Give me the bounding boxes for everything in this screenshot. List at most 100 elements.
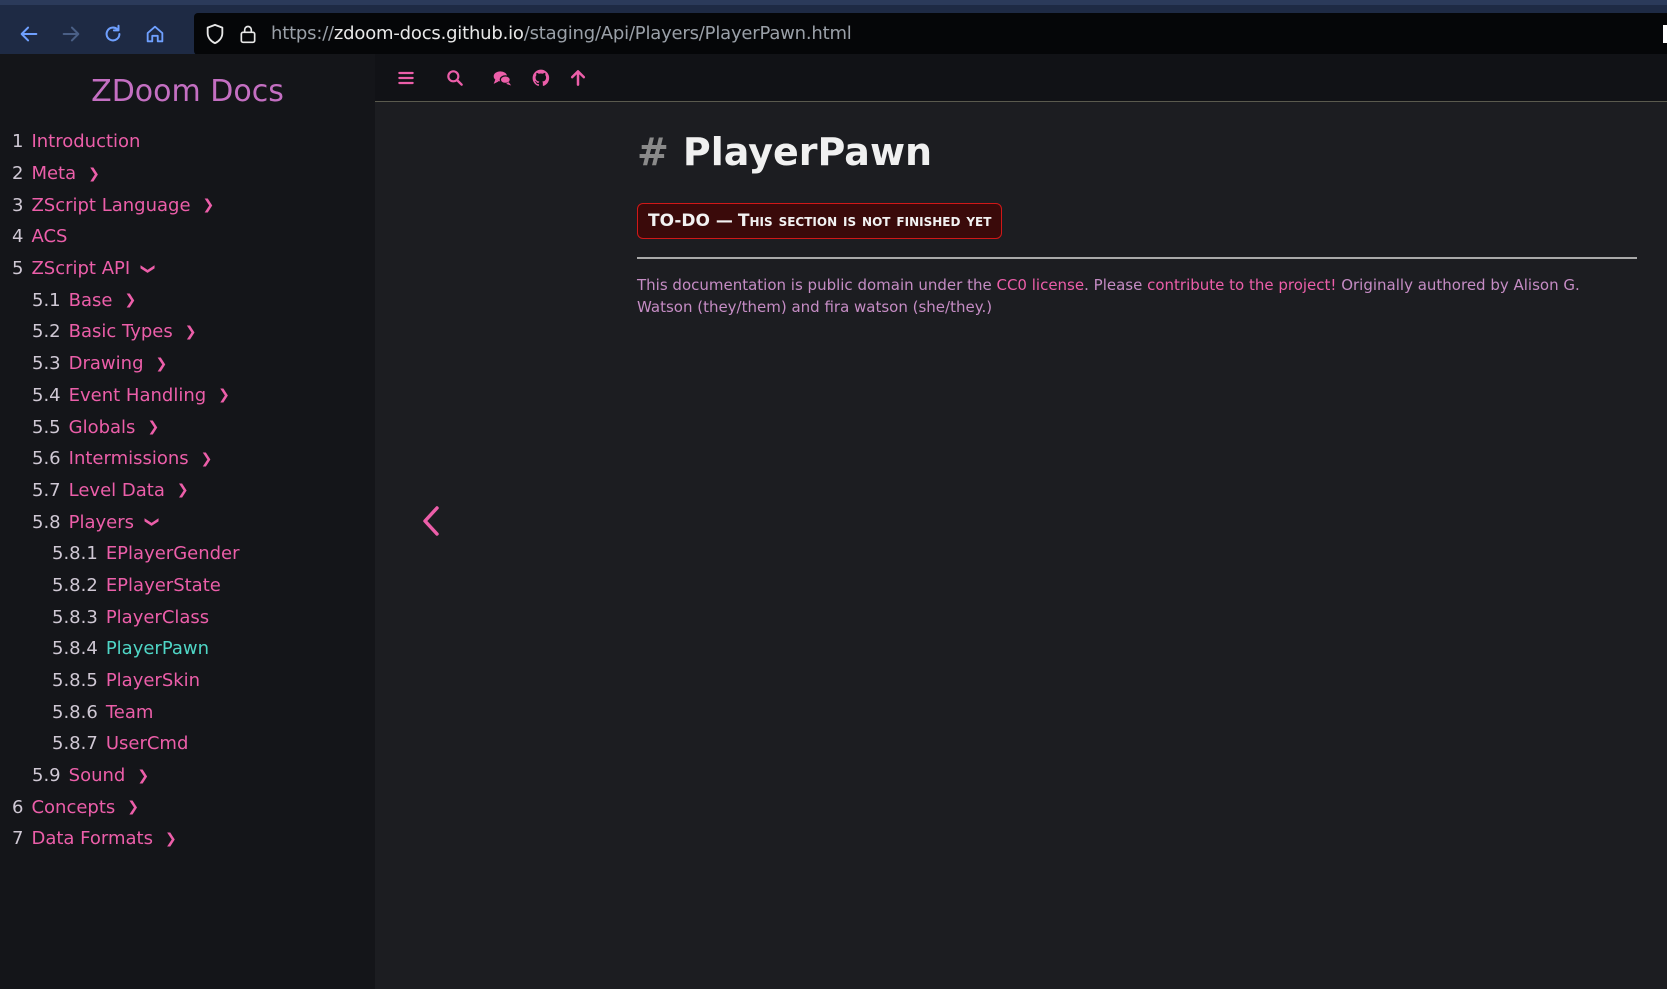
sidebar-item-label: Base: [68, 289, 113, 311]
sidebar-item-number: 5.8.6: [52, 701, 98, 723]
sidebar-item-number: 5.5: [32, 416, 61, 438]
sidebar-item-label: Intermissions: [68, 448, 189, 470]
chevron-right-icon[interactable]: ❯: [137, 768, 149, 784]
sidebar-item-playerpawn[interactable]: 5.8.4 PlayerPawn: [0, 633, 375, 665]
sidebar-item-data-formats[interactable]: 7 Data Formats ❯: [0, 823, 375, 855]
url-text[interactable]: https://zdoom-docs.github.io/staging/Api…: [271, 23, 852, 44]
chevron-right-icon[interactable]: ❯: [165, 831, 177, 847]
sidebar-item-label: ACS: [31, 226, 68, 248]
contribute-link[interactable]: contribute to the project!: [1147, 276, 1336, 294]
sidebar-item-label: PlayerSkin: [105, 670, 201, 692]
sidebar-item-label: ZScript Language: [31, 194, 191, 216]
sidebar-item-label: Meta: [31, 163, 77, 185]
sidebar-item-base[interactable]: 5.1 Base ❯: [0, 284, 375, 316]
chevron-right-icon[interactable]: ❯: [177, 482, 189, 498]
sidebar-item-number: 4: [12, 226, 24, 248]
chevron-right-icon[interactable]: ❯: [156, 356, 168, 372]
sidebar-item-label: Globals: [68, 416, 136, 438]
sidebar-item-playerskin[interactable]: 5.8.5 PlayerSkin: [0, 665, 375, 697]
sidebar-item-eplayergender[interactable]: 5.8.1 EPlayerGender: [0, 538, 375, 570]
todo-lead: TO-DO —: [648, 211, 733, 231]
chevron-right-icon[interactable]: ❯: [201, 451, 213, 467]
previous-page-chevron-icon[interactable]: [419, 504, 443, 538]
sidebar-item-number: 5.2: [32, 321, 61, 343]
sidebar-item-sound[interactable]: 5.9 Sound ❯: [0, 760, 375, 792]
todo-badge: TO-DO — This section is not finished yet: [637, 203, 1003, 239]
chevron-right-icon[interactable]: ❯: [124, 292, 136, 308]
chevron-down-icon[interactable]: ❯: [140, 263, 156, 275]
sidebar-item-number: 5.7: [32, 479, 61, 501]
sidebar-item-number: 7: [12, 828, 24, 850]
sidebar-item-number: 5.4: [32, 384, 61, 406]
sidebar-item-label: PlayerClass: [105, 606, 210, 628]
todo-message: This section is not finished yet: [737, 211, 992, 231]
back-arrow-icon[interactable]: [12, 17, 46, 51]
sidebar-item-label: ZScript API: [31, 258, 131, 280]
chevron-right-icon[interactable]: ❯: [218, 387, 230, 403]
sidebar-item-level-data[interactable]: 5.7 Level Data ❯: [0, 475, 375, 507]
search-icon[interactable]: [443, 66, 467, 90]
chevron-right-icon[interactable]: ❯: [185, 324, 197, 340]
sidebar-item-globals[interactable]: 5.5 Globals ❯: [0, 411, 375, 443]
sidebar-item-number: 5.8.2: [52, 574, 98, 596]
sidebar-item-number: 3: [12, 194, 24, 216]
main-content: # PlayerPawn TO-DO — This section is not f…: [375, 102, 1667, 989]
chevron-right-icon[interactable]: ❯: [127, 799, 139, 815]
sidebar-item-label: Drawing: [68, 353, 144, 375]
sidebar-item-label: Data Formats: [31, 828, 153, 850]
sidebar-item-number: 5.8.1: [52, 543, 98, 565]
sidebar-item-drawing[interactable]: 5.3 Drawing ❯: [0, 348, 375, 380]
sidebar-item-label: EPlayerState: [105, 574, 221, 596]
heading-anchor[interactable]: #: [637, 130, 669, 174]
chevron-right-icon[interactable]: ❯: [147, 419, 159, 435]
sidebar-item-players[interactable]: 5.8 Players ❯: [0, 506, 375, 538]
shield-icon[interactable]: [204, 23, 226, 45]
sidebar-item-usercmd[interactable]: 5.8.7 UserCmd: [0, 728, 375, 760]
sidebar-item-concepts[interactable]: 6 Concepts ❯: [0, 791, 375, 823]
sidebar-item-team[interactable]: 5.8.6 Team: [0, 696, 375, 728]
arrow-up-icon[interactable]: [566, 66, 590, 90]
sidebar-item-meta[interactable]: 2 Meta ❯: [0, 158, 375, 190]
sidebar: ZDoom Docs 1 Introduction 2 Meta ❯ 3 ZScript L…: [0, 54, 375, 989]
sidebar-item-number: 2: [12, 163, 24, 185]
page-title: # PlayerPawn: [637, 130, 932, 174]
sidebar-item-label: Sound: [68, 765, 126, 787]
sidebar-item-label: Players: [68, 511, 135, 533]
home-icon[interactable]: [138, 17, 172, 51]
sidebar-item-acs[interactable]: 4 ACS: [0, 221, 375, 253]
license-footer: This documentation is public domain unde…: [637, 274, 1637, 318]
chevron-down-icon[interactable]: ❯: [144, 516, 160, 528]
forward-arrow-icon[interactable]: [54, 17, 88, 51]
browser-toolbar: https://zdoom-docs.github.io/staging/Api…: [0, 0, 1667, 55]
sidebar-item-zscript-api[interactable]: 5 ZScript API ❯: [0, 253, 375, 285]
sidebar-item-label: Concepts: [31, 796, 116, 818]
sidebar-item-label: Introduction: [31, 131, 141, 153]
sidebar-item-number: 1: [12, 131, 24, 153]
sidebar-item-label: UserCmd: [105, 733, 189, 755]
urlbar-edge: [1663, 25, 1667, 43]
address-bar[interactable]: https://zdoom-docs.github.io/staging/Api…: [194, 13, 1667, 55]
sidebar-item-event-handling[interactable]: 5.4 Event Handling ❯: [0, 380, 375, 412]
sidebar-item-label: Team: [105, 701, 154, 723]
url-host: zdoom-docs.github.io: [333, 23, 524, 44]
sidebar-item-introduction[interactable]: 1 Introduction: [0, 126, 375, 158]
github-icon[interactable]: [529, 66, 553, 90]
sidebar-item-number: 5.9: [32, 765, 61, 787]
site-title[interactable]: ZDoom Docs: [0, 74, 375, 109]
sidebar-item-basic-types[interactable]: 5.2 Basic Types ❯: [0, 316, 375, 348]
sidebar-item-playerclass[interactable]: 5.8.3 PlayerClass: [0, 601, 375, 633]
sidebar-item-intermissions[interactable]: 5.6 Intermissions ❯: [0, 443, 375, 475]
footer-text-1: This documentation is public domain unde…: [637, 276, 997, 294]
reload-icon[interactable]: [96, 17, 130, 51]
sidebar-item-number: 5.6: [32, 448, 61, 470]
chevron-right-icon[interactable]: ❯: [88, 166, 100, 182]
comments-icon[interactable]: [490, 66, 514, 90]
sidebar-item-zscript-language[interactable]: 3 ZScript Language ❯: [0, 189, 375, 221]
sidebar-item-eplayerstate[interactable]: 5.8.2 EPlayerState: [0, 570, 375, 602]
cc0-license-link[interactable]: CC0 license: [996, 276, 1084, 294]
menu-icon[interactable]: [394, 66, 418, 90]
lock-icon[interactable]: [238, 23, 258, 45]
sidebar-item-number: 5.3: [32, 353, 61, 375]
chevron-right-icon[interactable]: ❯: [203, 197, 215, 213]
sidebar-item-label: Event Handling: [68, 384, 207, 406]
